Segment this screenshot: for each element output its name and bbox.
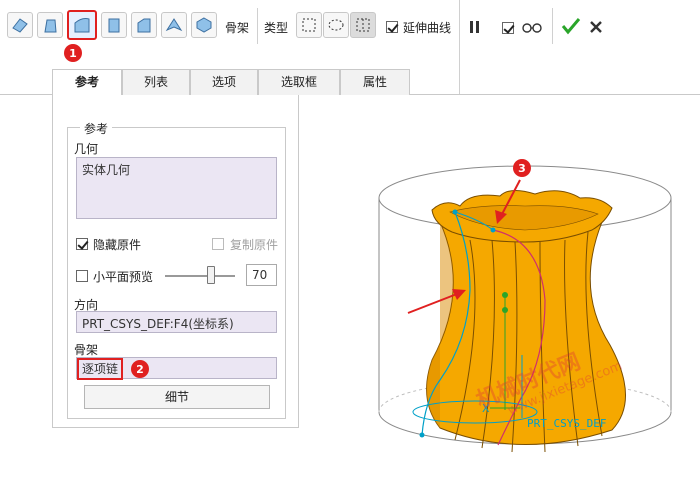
skeleton-warp-icon[interactable] <box>67 10 97 40</box>
confirm-check-icon[interactable] <box>561 17 581 35</box>
small-plane-value: 70 <box>252 268 268 282</box>
sculpt-shape-icon[interactable] <box>191 12 217 38</box>
small-plane-preview-label: 小平面预览 <box>93 270 154 284</box>
tab-reference[interactable]: 参考 <box>52 69 122 96</box>
solid-shape-icon-2[interactable] <box>37 12 63 38</box>
tab-properties[interactable]: 属性 <box>340 69 410 95</box>
type-option-icon-1[interactable] <box>296 12 322 38</box>
csys-label: PRT_CSYS_DEF <box>527 417 606 430</box>
geometry-label: 几何 <box>74 142 99 156</box>
callout-badge-3: 3 <box>513 159 531 177</box>
copy-original-label: 复制原件 <box>230 238 279 252</box>
type-option-icon-2[interactable] <box>323 12 349 38</box>
type-label: 类型 <box>264 21 289 35</box>
glasses-icon[interactable] <box>522 20 542 34</box>
extend-curve-checkbox[interactable] <box>386 21 398 33</box>
small-plane-slider-thumb[interactable] <box>207 266 215 284</box>
skeleton-value: 逐项链 <box>77 358 124 380</box>
toolbar: 骨架 类型 延伸曲线 <box>0 0 700 94</box>
tab-options[interactable]: 选项 <box>190 69 258 95</box>
reference-group-title: 参考 <box>80 120 113 137</box>
skeleton-collector[interactable]: 逐项链 <box>76 357 277 380</box>
reference-group: 参考 几何 实体几何 隐藏原件 复制原件 小平面预览 70 方向 PRT_CSY… <box>67 120 286 419</box>
type-option-icon-3[interactable] <box>350 12 376 38</box>
geometry-collector[interactable]: 实体几何 <box>76 157 277 219</box>
detail-button[interactable]: 细节 <box>84 385 270 409</box>
copy-original-checkbox[interactable] <box>212 238 224 250</box>
extend-curve-label: 延伸曲线 <box>403 21 452 35</box>
skeleton-label: 骨架 <box>74 343 99 357</box>
geometry-value: 实体几何 <box>82 163 131 177</box>
toolbar-divider <box>257 8 258 44</box>
tab-marquee[interactable]: 选取框 <box>258 69 340 95</box>
hide-original-checkbox[interactable] <box>76 238 88 250</box>
small-plane-preview-checkbox[interactable] <box>76 270 88 282</box>
preview-checkbox[interactable] <box>502 22 514 34</box>
twist-shape-icon[interactable] <box>161 12 187 38</box>
cancel-close-icon[interactable] <box>590 21 602 33</box>
surface-shape-icon-1[interactable] <box>7 12 33 38</box>
ribbon: 骨架 类型 延伸曲线 1 参考 列表 选项 选取框 属性 <box>0 0 700 96</box>
small-plane-slider[interactable] <box>165 275 235 277</box>
box-shape-icon[interactable] <box>101 12 127 38</box>
toolbar-divider <box>552 8 553 44</box>
callout-badge-1: 1 <box>64 44 82 62</box>
direction-value: PRT_CSYS_DEF:F4(坐标系) <box>82 317 234 331</box>
skeleton-toolbar-label: 骨架 <box>225 21 250 35</box>
callout-badge-2: 2 <box>131 360 149 378</box>
pause-icon[interactable] <box>468 20 482 34</box>
small-plane-value-input[interactable]: 70 <box>246 264 277 286</box>
toolbar-divider <box>459 0 460 94</box>
direction-collector[interactable]: PRT_CSYS_DEF:F4(坐标系) <box>76 311 277 333</box>
reference-panel: 参考 几何 实体几何 隐藏原件 复制原件 小平面预览 70 方向 PRT_CSY… <box>52 95 299 428</box>
tab-list[interactable]: 列表 <box>122 69 190 95</box>
hide-original-label: 隐藏原件 <box>93 238 142 252</box>
bend-shape-icon[interactable] <box>131 12 157 38</box>
